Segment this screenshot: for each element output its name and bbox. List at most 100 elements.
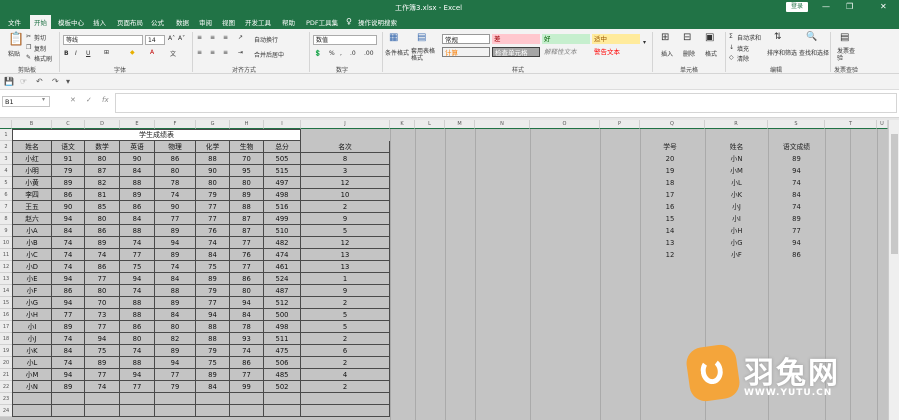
column-header-m[interactable]: M	[445, 120, 475, 129]
column-header-k[interactable]: K	[390, 120, 415, 129]
table-cell[interactable]: 85	[85, 201, 120, 213]
row-header-14[interactable]: 14	[0, 285, 12, 297]
table-cell[interactable]: 77	[85, 321, 120, 333]
delete-cells-icon[interactable]: ⊟	[683, 32, 691, 43]
table-cell[interactable]: 李四	[12, 189, 52, 201]
table-cell[interactable]: 94	[52, 213, 85, 225]
table-cell[interactable]: 9	[301, 213, 390, 225]
font-size-select[interactable]: 14	[145, 35, 165, 45]
table-cell[interactable]: 498	[264, 189, 301, 201]
insert-cells-icon[interactable]: ⊞	[661, 32, 669, 43]
table-cell[interactable]: 86	[120, 201, 155, 213]
align-middle-icon[interactable]: ≡	[210, 34, 215, 41]
table-cell[interactable]: 77	[85, 369, 120, 381]
table-cell[interactable]: 5	[301, 225, 390, 237]
table-cell[interactable]: 94	[155, 237, 196, 249]
table-cell[interactable]	[264, 393, 301, 405]
table-cell[interactable]: 88	[230, 201, 264, 213]
table-cell[interactable]: 94	[196, 309, 230, 321]
table-cell[interactable]: 8	[301, 153, 390, 165]
table-cell[interactable]: 87	[230, 213, 264, 225]
table-cell[interactable]: 小B	[12, 237, 52, 249]
table-cell[interactable]: 小L	[12, 357, 52, 369]
table-cell[interactable]: 94	[52, 369, 85, 381]
table-cell[interactable]: 79	[52, 165, 85, 177]
table-cell[interactable]: 75	[85, 345, 120, 357]
table-cell[interactable]: 12	[301, 237, 390, 249]
table-cell[interactable]	[52, 405, 85, 417]
table-cell[interactable]: 84	[120, 165, 155, 177]
find-select-button[interactable]: 查找和选择	[799, 48, 829, 57]
insert-cells-button[interactable]: 插入	[661, 49, 673, 58]
table-cell[interactable]: 95	[230, 165, 264, 177]
row-header-18[interactable]: 18	[0, 333, 12, 345]
side-cell[interactable]: 12	[645, 249, 695, 261]
table-cell[interactable]	[120, 405, 155, 417]
table-cell[interactable]: 79	[196, 285, 230, 297]
table-cell[interactable]: 77	[196, 213, 230, 225]
table-cell[interactable]: 2	[301, 297, 390, 309]
format-painter-icon[interactable]: ✎	[26, 54, 31, 61]
number-format-select[interactable]: 数值	[313, 35, 377, 45]
table-cell[interactable]: 84	[196, 249, 230, 261]
find-select-icon[interactable]: 🔍	[806, 32, 817, 42]
table-cell[interactable]: 89	[52, 381, 85, 393]
menu-review[interactable]: 审阅	[199, 17, 212, 27]
cut-button[interactable]: 剪切	[34, 33, 46, 42]
side-cell[interactable]: 89	[768, 213, 825, 225]
table-cell[interactable]: 94	[230, 297, 264, 309]
table-cell[interactable]: 80	[85, 285, 120, 297]
table-cell[interactable]	[196, 393, 230, 405]
table-cell[interactable]	[12, 393, 52, 405]
table-cell[interactable]: 89	[230, 189, 264, 201]
table-cell[interactable]: 4	[301, 369, 390, 381]
table-cell[interactable]: 75	[196, 357, 230, 369]
table-cell[interactable]: 89	[155, 249, 196, 261]
scrollbar-thumb[interactable]	[891, 134, 898, 254]
orientation-icon[interactable]: ↗	[238, 34, 243, 41]
side-cell[interactable]: 15	[645, 213, 695, 225]
table-cell[interactable]: 74	[155, 261, 196, 273]
table-cell[interactable]: 3	[301, 165, 390, 177]
table-cell[interactable]: 88	[196, 153, 230, 165]
fill-button[interactable]: 填充	[737, 44, 749, 53]
menu-formulas[interactable]: 公式	[151, 17, 164, 27]
table-cell[interactable]: 88	[120, 297, 155, 309]
table-cell[interactable]: 86	[230, 273, 264, 285]
row-header-20[interactable]: 20	[0, 357, 12, 369]
table-cell[interactable]: 79	[155, 381, 196, 393]
side-cell[interactable]: 小F	[705, 249, 768, 261]
sort-filter-icon[interactable]: ⇅	[774, 32, 782, 42]
side-cell[interactable]: 18	[645, 177, 695, 189]
table-cell[interactable]: 5	[301, 321, 390, 333]
table-cell[interactable]: 小E	[12, 273, 52, 285]
table-cell[interactable]: 小红	[12, 153, 52, 165]
table-cell[interactable]: 93	[230, 333, 264, 345]
table-cell[interactable]: 5	[301, 309, 390, 321]
column-header-u[interactable]: U	[877, 120, 888, 129]
side-header-cell[interactable]: 语文成绩	[768, 141, 825, 153]
align-bottom-icon[interactable]: ≡	[223, 34, 228, 41]
table-cell[interactable]: 9	[301, 285, 390, 297]
undo-icon[interactable]: ↶	[36, 77, 43, 86]
table-cell[interactable]	[85, 405, 120, 417]
delete-cells-button[interactable]: 删除	[683, 49, 695, 58]
vertical-scrollbar[interactable]	[888, 120, 899, 420]
fill-color-icon[interactable]: ◆	[130, 49, 135, 56]
table-cell[interactable]: 小明	[12, 165, 52, 177]
customize-qat-icon[interactable]: ▾	[66, 77, 70, 86]
table-cell[interactable]: 70	[85, 297, 120, 309]
table-cell[interactable]: 94	[120, 369, 155, 381]
menu-file[interactable]: 文件	[8, 17, 21, 27]
table-cell[interactable]: 74	[52, 357, 85, 369]
table-header-cell[interactable]: 总分	[264, 141, 301, 153]
table-cell[interactable]: 499	[264, 213, 301, 225]
cancel-icon[interactable]: ✕	[70, 96, 76, 104]
align-center-icon[interactable]: ≡	[210, 49, 215, 56]
table-cell[interactable]: 79	[196, 345, 230, 357]
menu-developer[interactable]: 开发工具	[245, 17, 271, 27]
merge-center-button[interactable]: 合并后居中	[254, 50, 284, 59]
table-cell[interactable]: 94	[52, 297, 85, 309]
table-cell[interactable]: 70	[230, 153, 264, 165]
table-cell[interactable]: 77	[230, 369, 264, 381]
